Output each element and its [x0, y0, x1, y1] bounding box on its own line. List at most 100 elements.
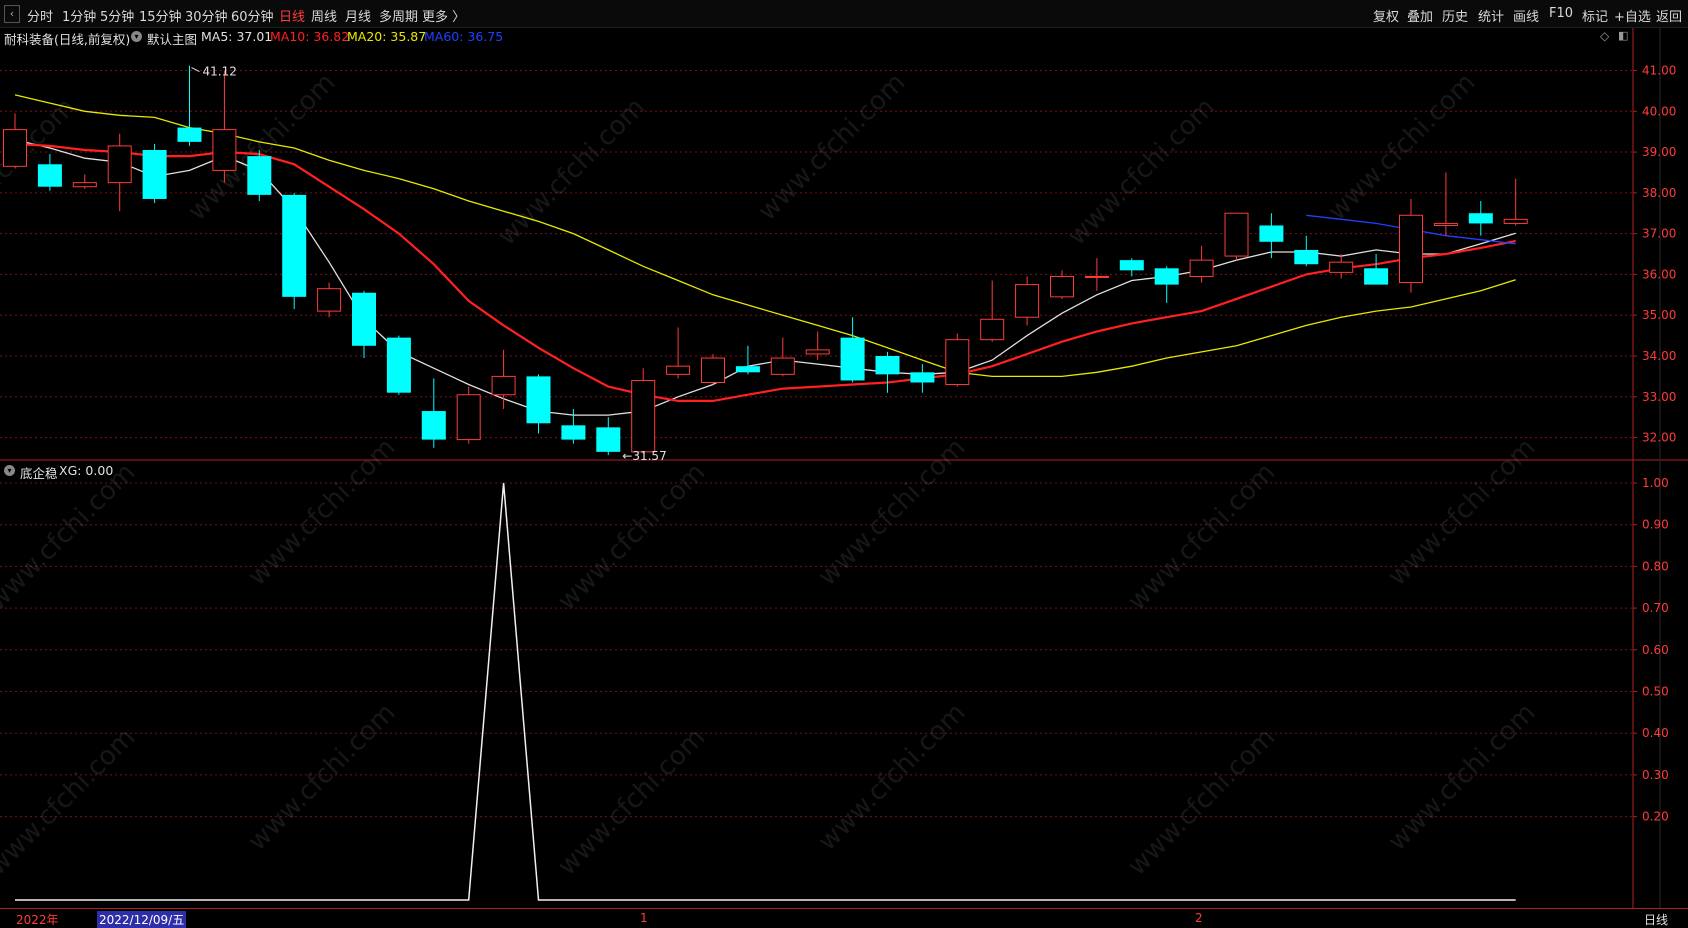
ma60-label: MA60: 36.75	[424, 29, 504, 44]
candle	[456, 386, 481, 444]
candle	[1364, 254, 1389, 285]
candle	[1329, 254, 1354, 279]
candle-body	[1119, 260, 1144, 271]
candle-body	[945, 339, 970, 386]
candle-body	[107, 145, 132, 184]
low-price-label: ←31.57	[622, 449, 666, 463]
tab-fenshi[interactable]: 分时	[27, 6, 53, 25]
kline-chart-svg[interactable]: www.cfchi.com www.cfchi.com www.cfchi.com w…	[0, 0, 1688, 928]
price-tick-label: 36.00	[1642, 267, 1676, 281]
overlay-button[interactable]: 叠加	[1407, 6, 1433, 25]
chevron-down-icon[interactable]: ▾	[131, 31, 142, 42]
panel-toggle-icon[interactable]: ◧	[1618, 29, 1628, 42]
candle-body	[72, 182, 97, 188]
price-tick-label: 35.00	[1642, 308, 1676, 322]
candle-body	[317, 288, 342, 312]
candle-body	[980, 318, 1005, 341]
tab-monthly[interactable]: 月线	[345, 6, 371, 25]
diamond-icon[interactable]: ◇	[1600, 29, 1609, 43]
candle-body	[701, 357, 725, 384]
candle-body	[1259, 225, 1284, 242]
candle-body	[212, 129, 237, 171]
indicator-tick-label: 0.50	[1642, 685, 1669, 699]
candle-body	[1294, 249, 1319, 265]
candle	[107, 133, 132, 212]
watermark-text: www.cfchi.com	[242, 698, 401, 857]
tab-multi-period[interactable]: 多周期	[379, 6, 418, 25]
period-label: 日线	[1644, 913, 1669, 927]
history-button[interactable]: 历史	[1442, 6, 1468, 25]
candle	[37, 154, 62, 191]
watermark-text: www.cfchi.com	[1382, 433, 1541, 592]
candle-body	[875, 355, 900, 375]
candle	[526, 374, 551, 434]
candle-body	[177, 127, 202, 142]
price-tick-label: 34.00	[1642, 349, 1676, 363]
tab-weekly[interactable]: 周线	[311, 6, 337, 25]
indicator-tick-label: 1.00	[1642, 476, 1669, 490]
mark-button[interactable]: 标记	[1582, 6, 1608, 25]
back-icon[interactable]: ‹	[4, 5, 20, 23]
watermark-text: www.cfchi.com	[812, 433, 971, 592]
tab-60min[interactable]: 60分钟	[231, 6, 274, 25]
moving-average-layer	[14, 94, 1516, 416]
price-tick-label: 33.00	[1642, 390, 1676, 404]
candle	[491, 349, 516, 410]
candle-body	[1189, 259, 1214, 277]
candle	[1084, 258, 1109, 291]
candle	[3, 113, 27, 169]
stats-button[interactable]: 统计	[1478, 6, 1504, 25]
price-tick-label: 38.00	[1642, 186, 1676, 200]
candle-body	[631, 379, 656, 453]
indicator-tick-label: 0.80	[1642, 559, 1669, 573]
candle	[910, 364, 935, 393]
chevron-down-icon[interactable]: ▾	[4, 465, 15, 476]
tab-5min[interactable]: 5分钟	[100, 6, 134, 25]
main-chart-name[interactable]: 默认主图	[147, 29, 197, 48]
candle	[1154, 266, 1179, 303]
watermark-text: www.cfchi.com	[492, 92, 651, 251]
watermark-text: www.cfchi.com	[1122, 457, 1281, 616]
tab-1min[interactable]: 1分钟	[62, 6, 96, 25]
tab-more[interactable]: 更多 〉	[422, 6, 465, 25]
price-tick-label: 41.00	[1642, 63, 1676, 77]
watermark-text: www.cfchi.com	[1062, 92, 1221, 251]
watermark-text: www.cfchi.com	[552, 722, 711, 881]
candle-body	[352, 292, 376, 346]
candle	[770, 337, 795, 377]
indicator-name[interactable]: 底企稳	[20, 463, 58, 482]
candle-body	[1224, 212, 1249, 257]
month-2-label: 2	[1195, 911, 1203, 925]
candle-body	[770, 357, 795, 375]
fuquan-button[interactable]: 复权	[1373, 6, 1399, 25]
candle	[1015, 276, 1040, 326]
candle-body	[1329, 261, 1354, 273]
candle	[735, 345, 760, 375]
candle-body	[491, 375, 516, 396]
return-button[interactable]: 返回	[1656, 6, 1682, 25]
stock-title: 耐科装备(日线,前复权)	[4, 32, 131, 47]
candle-body	[247, 156, 272, 195]
candle-body	[1084, 275, 1109, 278]
candle-body	[596, 427, 621, 452]
candle	[1294, 235, 1319, 267]
f10-button[interactable]: F10	[1549, 6, 1573, 21]
tab-15min[interactable]: 15分钟	[139, 6, 182, 25]
candle	[875, 351, 900, 393]
indicator-tick-label: 0.30	[1642, 768, 1669, 782]
indicator-tick-label: 0.70	[1642, 601, 1669, 615]
add-watchlist-button[interactable]: +自选	[1614, 6, 1651, 25]
candle	[421, 378, 446, 448]
candle	[72, 174, 97, 189]
year-label: 2022年	[16, 913, 59, 927]
candle-body	[1399, 214, 1423, 284]
tab-daily[interactable]: 日线	[279, 6, 305, 25]
candle-body	[805, 349, 830, 355]
draw-button[interactable]: 画线	[1513, 6, 1539, 25]
indicator-tick-label: 0.60	[1642, 643, 1669, 657]
watermark-text: www.cfchi.com	[242, 433, 401, 592]
candle	[596, 417, 621, 456]
price-tick-label: 37.00	[1642, 227, 1676, 241]
ma20-label: MA20: 35.87	[347, 29, 427, 44]
tab-30min[interactable]: 30分钟	[185, 6, 228, 25]
